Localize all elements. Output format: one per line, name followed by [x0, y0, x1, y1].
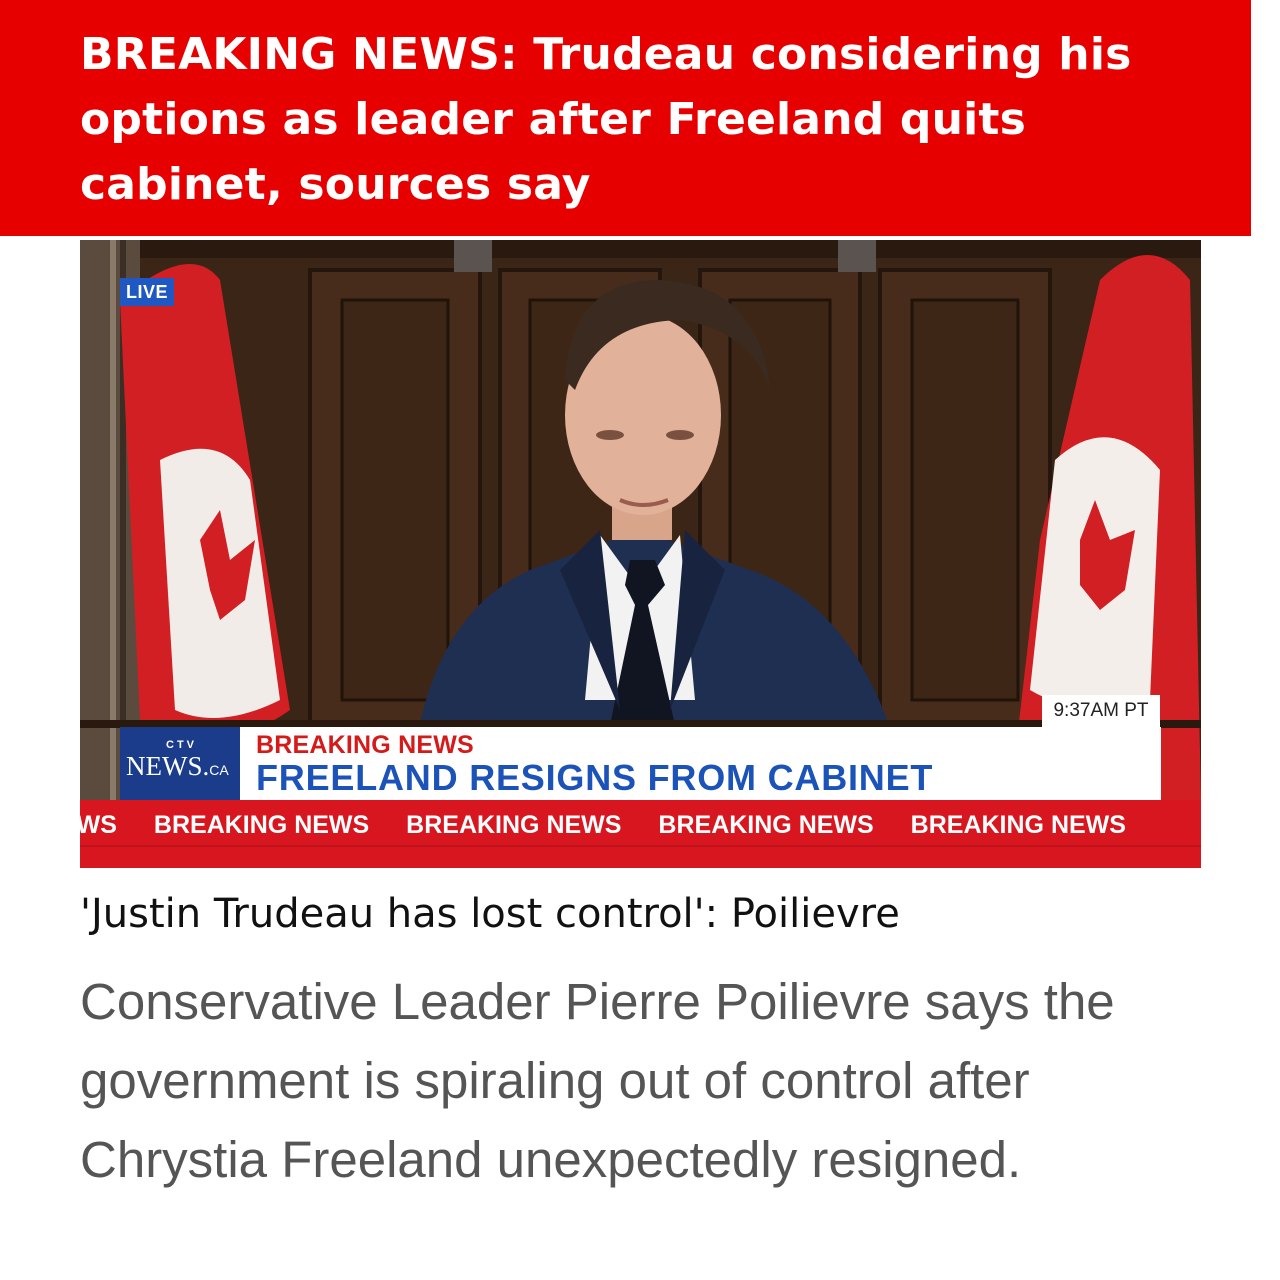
- article-summary: Conservative Leader Pierre Poilievre say…: [80, 973, 1115, 1188]
- video-player[interactable]: LIVE 9:37AM PT CTV NEWS.CA BREAKING NEWS…: [80, 240, 1201, 868]
- broadcast-clock: 9:37AM PT: [1042, 695, 1160, 727]
- banner-headline[interactable]: BREAKING NEWS: Trudeau considering his o…: [80, 22, 1171, 217]
- news-ticker: EWS BREAKING NEWS BREAKING NEWS BREAKING…: [80, 800, 1201, 868]
- live-badge: LIVE: [120, 278, 174, 306]
- ticker-item: BREAKING NEWS: [406, 811, 622, 839]
- ctv-news-logo: CTV NEWS.CA: [120, 727, 240, 800]
- lower-third-text: BREAKING NEWS FREELAND RESIGNS FROM CABI…: [240, 727, 1161, 800]
- breaking-news-banner[interactable]: BREAKING NEWS: Trudeau considering his o…: [0, 0, 1251, 236]
- ticker-item: EWS: [80, 811, 117, 839]
- lower-third: CTV NEWS.CA BREAKING NEWS FREELAND RESIG…: [120, 727, 1161, 800]
- lower-third-kicker: BREAKING NEWS: [256, 731, 474, 759]
- article-title[interactable]: 'Justin Trudeau has lost control': Poili…: [80, 884, 1201, 944]
- ticker-divider: [80, 845, 1201, 847]
- ticker-item: BREAKING NEWS: [658, 811, 874, 839]
- ctv-logo-site: NEWS.CA: [126, 751, 229, 781]
- ticker-item: BREAKING NEWS: [910, 811, 1126, 839]
- ctv-logo-network: CTV: [166, 739, 197, 751]
- lower-third-headline: FREELAND RESIGNS FROM CABINET: [256, 757, 934, 798]
- ticker-row: EWS BREAKING NEWS BREAKING NEWS BREAKING…: [80, 808, 1156, 842]
- ticker-item: BREAKING NEWS: [153, 811, 370, 839]
